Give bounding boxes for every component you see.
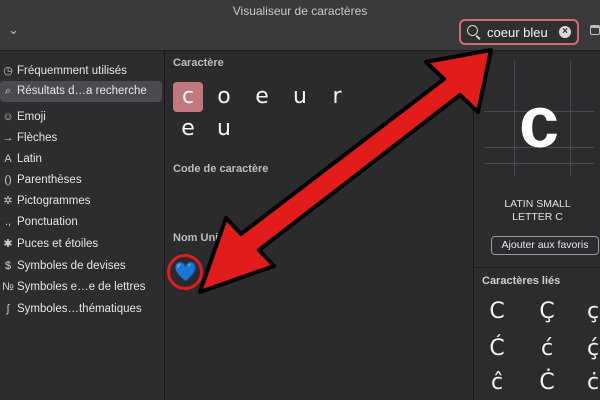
annotation-arrow: [198, 48, 493, 294]
double-arrow-icon: [198, 48, 493, 294]
